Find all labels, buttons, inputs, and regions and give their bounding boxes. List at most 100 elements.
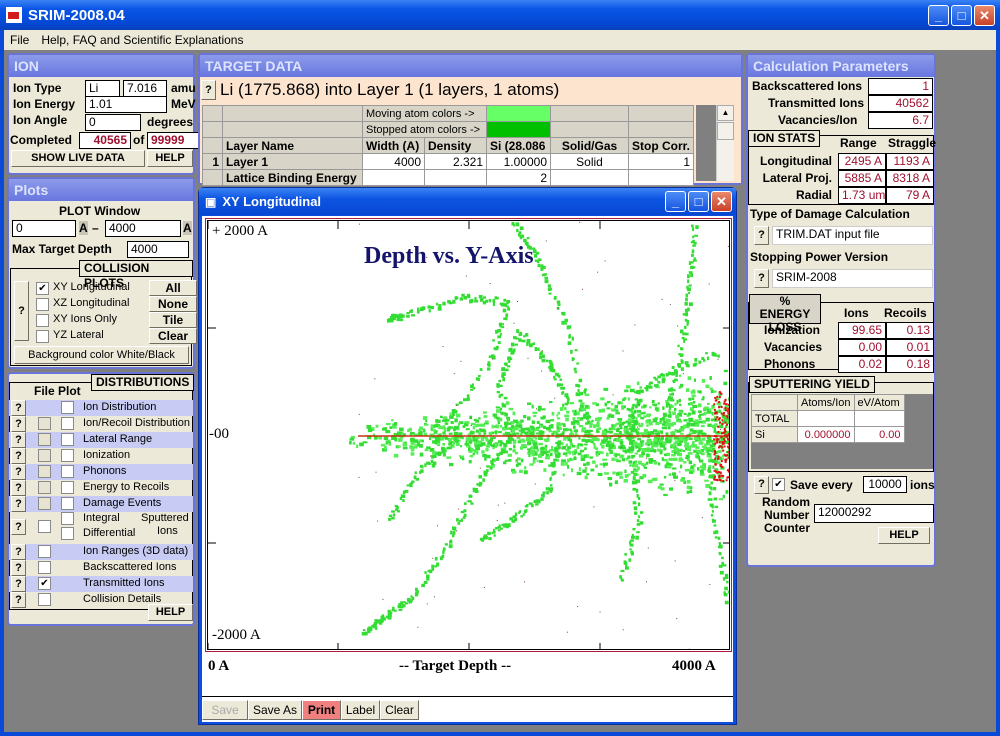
density-cell[interactable]: 2.321 bbox=[424, 153, 487, 170]
file-checkbox[interactable] bbox=[38, 417, 51, 430]
yz-lateral-checkbox[interactable] bbox=[36, 330, 49, 343]
distribution-label: Damage Events bbox=[83, 497, 162, 509]
plot-save-button[interactable]: Save bbox=[202, 700, 248, 720]
plot-checkbox[interactable] bbox=[61, 497, 74, 510]
save-help-button[interactable]: ? bbox=[754, 476, 769, 494]
close-button[interactable]: ✕ bbox=[974, 5, 995, 26]
ion-type-input[interactable]: Li bbox=[85, 80, 120, 97]
plot-checkbox[interactable] bbox=[61, 465, 74, 478]
plot-area[interactable]: + 2000 A Depth vs. Y-Axis -00 Layer 1 -2… bbox=[207, 220, 730, 650]
file-checkbox[interactable] bbox=[38, 497, 51, 510]
distributions-help-button[interactable]: HELP bbox=[148, 604, 193, 621]
menu-file[interactable]: File bbox=[4, 33, 35, 47]
xy-longitudinal-checkbox[interactable]: ✔ bbox=[36, 282, 49, 295]
ion-energy-input[interactable]: 1.01 bbox=[85, 96, 167, 113]
file-checkbox[interactable] bbox=[38, 433, 51, 446]
help-button[interactable]: ? bbox=[11, 464, 26, 480]
plot-label-button[interactable]: Label bbox=[341, 700, 380, 720]
maximize-button[interactable]: □ bbox=[951, 5, 972, 26]
all-button[interactable]: All bbox=[149, 280, 197, 296]
plot-maximize-button[interactable]: □ bbox=[688, 191, 709, 212]
xy-longitudinal-label: XY Longitudinal bbox=[53, 281, 130, 293]
ion-angle-input[interactable]: 0 bbox=[85, 114, 141, 131]
plot-save-as-button[interactable]: Save As bbox=[248, 700, 302, 720]
target-scrollbar[interactable]: ▲ bbox=[716, 105, 734, 181]
stopped-color-swatch[interactable] bbox=[486, 121, 551, 138]
ion-help-button[interactable]: HELP bbox=[147, 150, 193, 167]
save-every-checkbox[interactable]: ✔ bbox=[772, 478, 785, 491]
plot-to-input[interactable]: 4000 bbox=[105, 220, 181, 237]
file-checkbox[interactable]: ✔ bbox=[38, 577, 51, 590]
ions-col-label: Ions bbox=[844, 306, 869, 320]
max-depth-input[interactable]: 4000 bbox=[127, 241, 189, 258]
file-checkbox[interactable] bbox=[38, 593, 51, 606]
stop-corr-cell[interactable]: 1 bbox=[627, 153, 695, 170]
list-item: ? Ion Ranges (3D data) bbox=[9, 544, 193, 560]
collision-help-button[interactable]: ? bbox=[14, 281, 29, 341]
binding-energy-cell[interactable]: 2 bbox=[486, 169, 551, 186]
help-button[interactable]: ? bbox=[11, 544, 26, 560]
layer-name-cell[interactable]: Layer 1 bbox=[222, 153, 363, 170]
help-button[interactable]: ? bbox=[11, 576, 26, 592]
xy-ions-only-checkbox[interactable] bbox=[36, 314, 49, 327]
sputtered-ions-label: Ions bbox=[157, 525, 178, 537]
file-checkbox[interactable] bbox=[38, 545, 51, 558]
moving-color-swatch[interactable] bbox=[486, 105, 551, 122]
plot-minimize-button[interactable]: _ bbox=[665, 191, 686, 212]
help-button[interactable]: ? bbox=[11, 432, 26, 448]
save-every-input[interactable]: 10000 bbox=[863, 476, 907, 493]
plot-checkbox[interactable] bbox=[61, 449, 74, 462]
help-button[interactable]: ? bbox=[11, 560, 26, 576]
help-button[interactable]: ? bbox=[11, 416, 26, 432]
plot-checkbox[interactable] bbox=[61, 481, 74, 494]
scroll-up-icon[interactable]: ▲ bbox=[717, 105, 734, 121]
plot-window-title: XY Longitudinal bbox=[222, 194, 322, 209]
help-button[interactable]: ? bbox=[11, 480, 26, 496]
random-number-input[interactable]: 12000292 bbox=[814, 504, 934, 523]
differential-checkbox[interactable] bbox=[61, 527, 74, 540]
help-button[interactable]: ? bbox=[11, 400, 26, 416]
show-live-data-button[interactable]: SHOW LIVE DATA bbox=[11, 150, 145, 167]
stat-range: 5885 A bbox=[838, 170, 886, 187]
plot-checkbox[interactable] bbox=[61, 417, 74, 430]
si-cell[interactable]: 1.00000 bbox=[486, 153, 551, 170]
file-checkbox[interactable] bbox=[38, 520, 51, 533]
calc-help-button[interactable]: HELP bbox=[878, 527, 930, 544]
stat-range: 2495 A bbox=[838, 153, 886, 170]
help-button[interactable]: ? bbox=[11, 592, 26, 608]
target-help-button[interactable]: ? bbox=[201, 80, 216, 100]
menu-help[interactable]: Help, FAQ and Scientific Explanations bbox=[35, 33, 249, 47]
ion-mass-input[interactable]: 7.016 bbox=[123, 80, 167, 97]
help-button[interactable]: ? bbox=[11, 519, 26, 535]
plot-from-input[interactable]: 0 bbox=[12, 220, 76, 237]
y-mid-label: -00 bbox=[209, 426, 229, 443]
width-cell[interactable]: 4000 bbox=[362, 153, 425, 170]
none-button[interactable]: None bbox=[149, 296, 197, 312]
minimize-button[interactable]: _ bbox=[928, 5, 949, 26]
xz-longitudinal-checkbox[interactable] bbox=[36, 298, 49, 311]
help-button[interactable]: ? bbox=[11, 496, 26, 512]
energy-loss-header: % ENERGY LOSS bbox=[749, 294, 821, 334]
phase-cell[interactable]: Solid bbox=[550, 153, 629, 170]
stopping-power-select[interactable]: SRIM-2008 bbox=[772, 269, 933, 288]
plot-checkbox[interactable] bbox=[61, 401, 74, 414]
file-checkbox[interactable] bbox=[38, 481, 51, 494]
plot-print-button[interactable]: Print bbox=[302, 700, 341, 720]
plot-window-titlebar[interactable]: ▣ XY Longitudinal _ □ ✕ bbox=[199, 188, 736, 215]
background-color-button[interactable]: Background color White/Black bbox=[14, 346, 189, 364]
plot-clear-button[interactable]: Clear bbox=[380, 700, 419, 720]
integral-checkbox[interactable] bbox=[61, 512, 74, 525]
help-button[interactable]: ? bbox=[11, 448, 26, 464]
damage-type-select[interactable]: TRIM.DAT input file bbox=[772, 226, 933, 245]
plot-close-button[interactable]: ✕ bbox=[711, 191, 732, 212]
clear-plots-button[interactable]: Clear bbox=[149, 328, 197, 344]
file-checkbox[interactable] bbox=[38, 449, 51, 462]
stopping-help-button[interactable]: ? bbox=[754, 269, 769, 288]
plot-checkbox[interactable] bbox=[61, 433, 74, 446]
file-checkbox[interactable] bbox=[38, 561, 51, 574]
stopping-power-label: Stopping Power Version bbox=[750, 250, 889, 264]
file-checkbox[interactable] bbox=[38, 465, 51, 478]
tile-button[interactable]: Tile bbox=[149, 312, 197, 328]
damage-help-button[interactable]: ? bbox=[754, 226, 769, 245]
total-ions-input[interactable]: 99999 bbox=[147, 132, 202, 149]
